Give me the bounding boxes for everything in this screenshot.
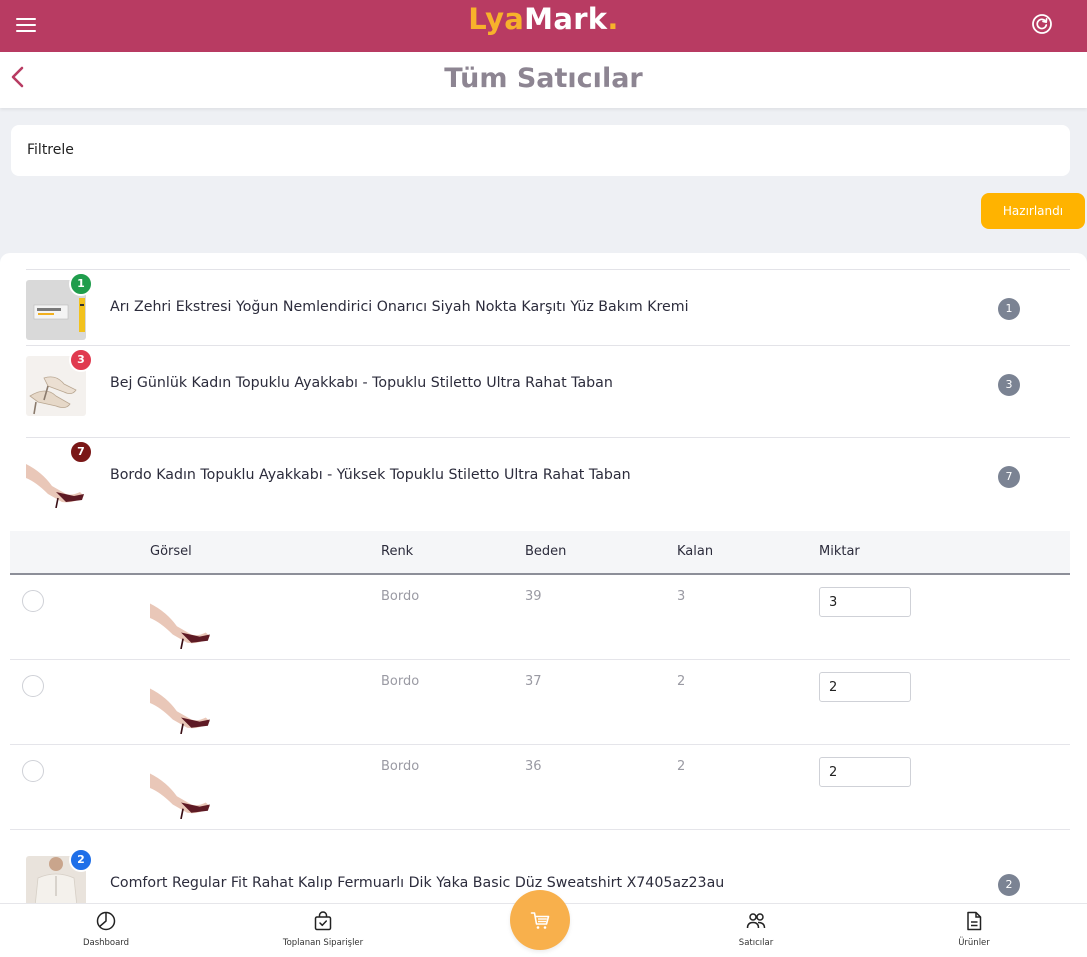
variant-image xyxy=(150,672,212,734)
table-row: Bordo 37 2 xyxy=(10,660,1070,745)
variant-remaining: 3 xyxy=(677,589,686,604)
variant-image xyxy=(150,757,212,819)
column-header-color: Renk xyxy=(381,544,414,559)
pie-chart-icon xyxy=(96,911,116,931)
select-radio[interactable] xyxy=(22,760,44,782)
variant-color: Bordo xyxy=(381,674,420,689)
product-count-badge: 7 xyxy=(998,466,1020,488)
select-radio[interactable] xyxy=(22,590,44,612)
refresh-icon[interactable] xyxy=(1031,13,1053,35)
quantity-input[interactable] xyxy=(819,672,911,702)
select-radio[interactable] xyxy=(22,675,44,697)
bag-check-icon xyxy=(314,911,332,931)
product-row[interactable]: 3 Bej Günlük Kadın Topuklu Ayakkabı - To… xyxy=(26,345,1070,437)
product-name: Comfort Regular Fit Rahat Kalıp Fermuarl… xyxy=(110,875,725,891)
top-bar: LyaMark. xyxy=(0,0,1087,52)
filter-label: Filtrele xyxy=(27,142,74,158)
logo-dot: . xyxy=(607,2,619,36)
column-header-image: Görsel xyxy=(150,544,192,559)
product-count-badge: 2 xyxy=(998,874,1020,896)
nav-label: Satıcılar xyxy=(738,938,774,948)
product-name: Bordo Kadın Topuklu Ayakkabı - Yüksek To… xyxy=(110,467,631,483)
product-badge: 2 xyxy=(69,848,93,872)
filter-bar[interactable]: Filtrele xyxy=(11,125,1070,176)
people-icon xyxy=(746,913,766,929)
product-list-panel: 1 Arı Zehri Ekstresi Yoğun Nemlendirici … xyxy=(0,253,1087,903)
variant-color: Bordo xyxy=(381,759,420,774)
nav-products[interactable]: Ürünler xyxy=(904,910,1044,948)
variant-remaining: 2 xyxy=(677,759,686,774)
variant-size: 39 xyxy=(525,589,542,604)
logo-part-lya: Lya xyxy=(468,2,525,36)
product-row[interactable]: 7 Bordo Kadın Topuklu Ayakkabı - Yüksek … xyxy=(26,437,1070,529)
nav-dashboard[interactable]: Dashboard xyxy=(36,910,176,948)
nav-sellers[interactable]: Satıcılar xyxy=(686,910,826,948)
cart-icon xyxy=(530,912,550,929)
product-name: Bej Günlük Kadın Topuklu Ayakkabı - Topu… xyxy=(110,375,613,391)
column-header-size: Beden xyxy=(525,544,567,559)
quantity-input[interactable] xyxy=(819,587,911,617)
nav-label: Dashboard xyxy=(82,938,130,948)
variant-color: Bordo xyxy=(381,589,420,604)
title-bar: Tüm Satıcılar xyxy=(0,52,1087,108)
variants-table-header: Görsel Renk Beden Kalan Miktar xyxy=(10,531,1070,575)
table-row: Bordo 36 2 xyxy=(10,745,1070,830)
variants-table: Görsel Renk Beden Kalan Miktar Bordo 39 … xyxy=(10,531,1070,830)
ready-button[interactable]: Hazırlandı xyxy=(981,193,1085,229)
app-logo: LyaMark. xyxy=(0,2,1087,36)
variant-image xyxy=(150,587,212,649)
variant-size: 37 xyxy=(525,674,542,689)
document-icon xyxy=(967,911,982,931)
nav-label: Ürünler xyxy=(958,938,990,948)
product-badge: 3 xyxy=(69,348,93,372)
product-count-badge: 1 xyxy=(998,298,1020,320)
quantity-input[interactable] xyxy=(819,757,911,787)
variant-size: 36 xyxy=(525,759,542,774)
nav-label: Toplanan Siparişler xyxy=(282,938,364,948)
column-header-quantity: Miktar xyxy=(819,544,860,559)
table-row: Bordo 39 3 xyxy=(10,575,1070,660)
page-title: Tüm Satıcılar xyxy=(444,63,643,94)
product-name: Arı Zehri Ekstresi Yoğun Nemlendirici On… xyxy=(110,299,689,315)
variant-remaining: 2 xyxy=(677,674,686,689)
nav-collected-orders[interactable]: Toplanan Siparişler xyxy=(253,910,393,948)
product-badge: 1 xyxy=(69,272,93,296)
logo-part-mark: Mark xyxy=(524,2,608,36)
product-badge: 7 xyxy=(69,440,93,464)
cart-button[interactable] xyxy=(510,890,570,950)
product-count-badge: 3 xyxy=(998,374,1020,396)
column-header-remaining: Kalan xyxy=(677,544,714,559)
